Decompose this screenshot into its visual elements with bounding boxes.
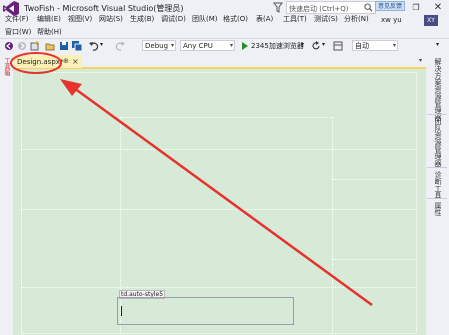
solution-config-select[interactable]: Debug ▾ xyxy=(142,40,176,51)
text-caret xyxy=(121,306,122,316)
menu-edit[interactable]: 编辑(E) xyxy=(37,14,61,24)
menu-format[interactable]: 格式(O) xyxy=(223,14,248,24)
zoom-select[interactable]: 自动 ▾ xyxy=(352,40,398,51)
notification-flag-icon[interactable] xyxy=(273,2,283,13)
layout-icon[interactable] xyxy=(333,41,343,51)
menu-tools[interactable]: 工具(T) xyxy=(283,14,307,24)
forward-icon[interactable] xyxy=(17,41,27,51)
run-icon[interactable] xyxy=(241,41,249,51)
selected-table-cell[interactable] xyxy=(117,297,294,325)
panel-separator xyxy=(427,198,447,199)
table-border-top xyxy=(21,72,416,73)
diagnostic-tools-tab[interactable]: 诊断工具 xyxy=(433,171,443,199)
solution-explorer-tab[interactable]: 解决方案资源管理器 xyxy=(433,58,443,121)
table-row-divider xyxy=(21,149,416,150)
platform-value: Any CPU xyxy=(183,42,213,50)
menu-test[interactable]: 测试(S) xyxy=(314,14,338,24)
search-icon xyxy=(364,3,373,12)
zoom-value: 自动 xyxy=(355,42,369,50)
menu-build[interactable]: 生成(B) xyxy=(130,14,154,24)
panel-separator xyxy=(427,167,447,168)
tab-list-dropdown-icon[interactable]: ▾ xyxy=(419,57,422,64)
menu-help[interactable]: 帮助(H) xyxy=(37,27,62,37)
menu-debug[interactable]: 调试(D) xyxy=(161,14,186,24)
table-border-bottom xyxy=(21,333,416,334)
team-explorer-tab[interactable]: 团队资源管理器 xyxy=(433,118,443,167)
refresh-dropdown-icon[interactable]: ▾ xyxy=(322,41,325,48)
table-border-left xyxy=(21,72,22,333)
menu-file[interactable]: 文件(F) xyxy=(5,14,29,24)
chevron-down-icon: ▾ xyxy=(229,42,233,49)
user-name[interactable]: xw yu xyxy=(381,16,402,24)
menu-view[interactable]: 视图(V) xyxy=(68,14,92,24)
properties-tab[interactable]: 属性 xyxy=(433,202,443,216)
menu-team[interactable]: 团队(M) xyxy=(192,14,218,24)
table-row-divider xyxy=(21,209,416,210)
menu-table[interactable]: 表(A) xyxy=(256,14,273,24)
menu-window[interactable]: 窗口(W) xyxy=(5,27,31,37)
panel-separator xyxy=(427,114,447,115)
back-icon[interactable] xyxy=(4,41,14,51)
undo-icon[interactable] xyxy=(89,41,99,51)
run-button-label[interactable]: 2345加速浏览器 xyxy=(251,41,304,51)
table-column-divider xyxy=(332,117,333,333)
save-icon[interactable] xyxy=(59,41,69,51)
menu-analyze[interactable]: 分析(N) xyxy=(344,14,369,24)
new-project-icon[interactable] xyxy=(30,41,40,51)
pin-icon[interactable]: ⊕ xyxy=(63,57,69,65)
cell-divider xyxy=(120,117,332,118)
undo-dropdown-icon[interactable]: ▾ xyxy=(100,41,103,48)
open-file-icon[interactable] xyxy=(45,41,55,51)
chevron-down-icon: ▾ xyxy=(170,42,174,49)
close-tab-button[interactable]: × xyxy=(72,57,79,66)
table-border-right xyxy=(416,72,417,333)
feedback-button[interactable]: 意见反馈 xyxy=(375,1,405,11)
cell-divider xyxy=(332,179,416,180)
toolbar-overflow-icon[interactable]: ▾ xyxy=(436,41,439,48)
avatar[interactable]: XY xyxy=(424,15,438,26)
platform-select[interactable]: Any CPU ▾ xyxy=(180,40,235,51)
cell-divider xyxy=(332,259,416,260)
menu-website[interactable]: 网站(S) xyxy=(99,14,123,24)
chevron-down-icon: ▾ xyxy=(392,42,396,49)
solution-config-value: Debug xyxy=(145,42,169,50)
refresh-icon[interactable] xyxy=(311,41,321,51)
run-dropdown-icon[interactable]: ▾ xyxy=(301,41,304,48)
design-surface[interactable] xyxy=(13,69,426,335)
redo-icon[interactable] xyxy=(115,41,125,51)
left-tool-strip xyxy=(0,55,14,335)
save-all-icon[interactable] xyxy=(72,41,82,51)
table-row-divider xyxy=(21,287,416,288)
tab-label: Design.aspx* xyxy=(17,58,64,66)
toolbox-tab[interactable]: 工具箱 xyxy=(2,58,11,78)
